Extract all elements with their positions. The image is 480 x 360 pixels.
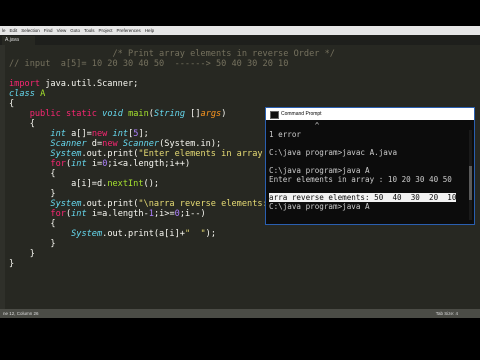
menu-project[interactable]: Project [97,26,115,35]
cursor-position: ne 12, Column 26 [3,311,39,316]
code-line: } [9,249,35,259]
code-line-for-reverse: for(int i=a.length-1;i>=0;i--) [50,209,206,219]
console-line: C:\java program>java A [269,202,370,211]
console-line: ^ [269,121,320,130]
tab-size[interactable]: Tab Size: 4 [436,309,458,318]
console-line: C:\java program>java A [269,166,370,175]
code-line: { [9,219,56,229]
command-prompt-window[interactable]: Command Prompt ^ 1 error C:\java program… [265,107,475,225]
console-line: Enter elements in array : 10 20 30 40 50 [269,175,452,184]
code-line-print-reverse: System.out.print("\narra reverse element… [50,199,288,209]
code-line: { [9,119,35,129]
code-line: } [9,259,15,269]
console-output[interactable]: ^ 1 error C:\java program>javac A.java C… [266,120,474,224]
code-line-class: class A [9,89,46,99]
menu-edit[interactable]: Edit [8,26,20,35]
line-gutter [0,45,5,309]
code-line-comment-input: // input a[5]= 10 20 30 40 50 ------> 50… [9,59,289,69]
code-line-print-element: System.out.print(a[i]+" "); [71,229,216,239]
console-line: 1 error [269,130,302,139]
command-prompt-title: Command Prompt [281,111,322,117]
code-line: } [9,189,56,199]
code-line-import: import java.util.Scanner; [9,79,139,89]
command-prompt-titlebar[interactable]: Command Prompt [266,108,474,120]
tab-bar: A.java [0,35,480,45]
code-line: } [9,239,56,249]
menu-bar: le Edit Selection Find View Goto Tools Project P… [0,26,480,35]
console-line-highlighted: arra reverse elements: 50 40 30 20 10 [269,193,457,202]
menu-find[interactable]: Find [42,26,55,35]
code-line-for-read: for(int i=0;i<a.length;i++) [50,159,191,169]
code-line-main: public static void main(String []args) [29,109,227,119]
code-line: { [9,99,15,109]
menu-view[interactable]: View [55,26,69,35]
code-line-scanner: Scanner d=new Scanner(System.in); [50,139,222,149]
code-line: { [9,169,56,179]
menu-selection[interactable]: Selection [19,26,42,35]
code-line-print-enter: System.out.print("Enter elements in arra… [50,149,293,159]
menu-tools[interactable]: Tools [82,26,97,35]
code-line-comment-title: /* Print array elements in reverse Order… [9,49,335,59]
menu-help[interactable]: Help [143,26,156,35]
menu-goto[interactable]: Goto [68,26,82,35]
menu-preferences[interactable]: Preferences [115,26,143,35]
status-bar: ne 12, Column 26 Tab Size: 4 [0,309,480,318]
code-line-array: int a[]=new int[5]; [50,129,149,139]
tab-a-java[interactable]: A.java [2,36,35,45]
console-scroll-thumb[interactable] [469,166,472,200]
menu-file[interactable]: le [0,26,8,35]
terminal-icon [270,111,279,119]
console-line: C:\java program>javac A.java [269,148,398,157]
code-line-read: a[i]=d.nextInt(); [9,179,160,189]
